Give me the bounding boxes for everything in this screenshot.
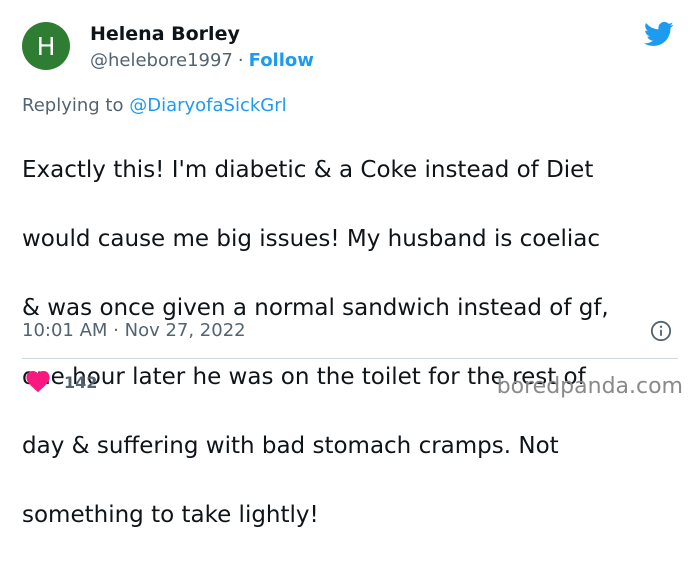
author-handle[interactable]: @helebore1997 — [90, 50, 233, 71]
divider — [22, 358, 678, 359]
info-icon[interactable] — [650, 320, 672, 342]
watermark: boredpanda.com — [496, 374, 683, 399]
author-name[interactable]: Helena Borley — [90, 22, 240, 46]
avatar-letter: H — [36, 31, 56, 61]
tweet-line: day & suffering with bad stomach cramps.… — [22, 432, 559, 459]
tweet-timestamp[interactable]: 10:01 AM · Nov 27, 2022 — [22, 318, 246, 344]
twitter-bird-icon[interactable] — [642, 19, 676, 49]
author-handle-line: @helebore1997 · Follow — [90, 49, 314, 73]
replying-to-label: Replying to — [22, 95, 124, 116]
reply-mention-link[interactable]: @DiaryofaSickGrl — [129, 95, 286, 116]
tweet-line: Exactly this! I'm diabetic & a Coke inst… — [22, 156, 594, 183]
like-count: 142 — [64, 372, 98, 392]
replying-to: Replying to @DiaryofaSickGrl — [22, 94, 287, 118]
avatar[interactable]: H — [22, 22, 70, 70]
tweet-line: would cause me big issues! My husband is… — [22, 225, 601, 252]
heart-icon[interactable] — [26, 371, 50, 393]
separator-dot: · — [237, 50, 244, 71]
follow-button[interactable]: Follow — [249, 50, 314, 71]
like-button[interactable]: 142 — [26, 371, 97, 393]
tweet-line: something to take lightly! — [22, 501, 319, 528]
